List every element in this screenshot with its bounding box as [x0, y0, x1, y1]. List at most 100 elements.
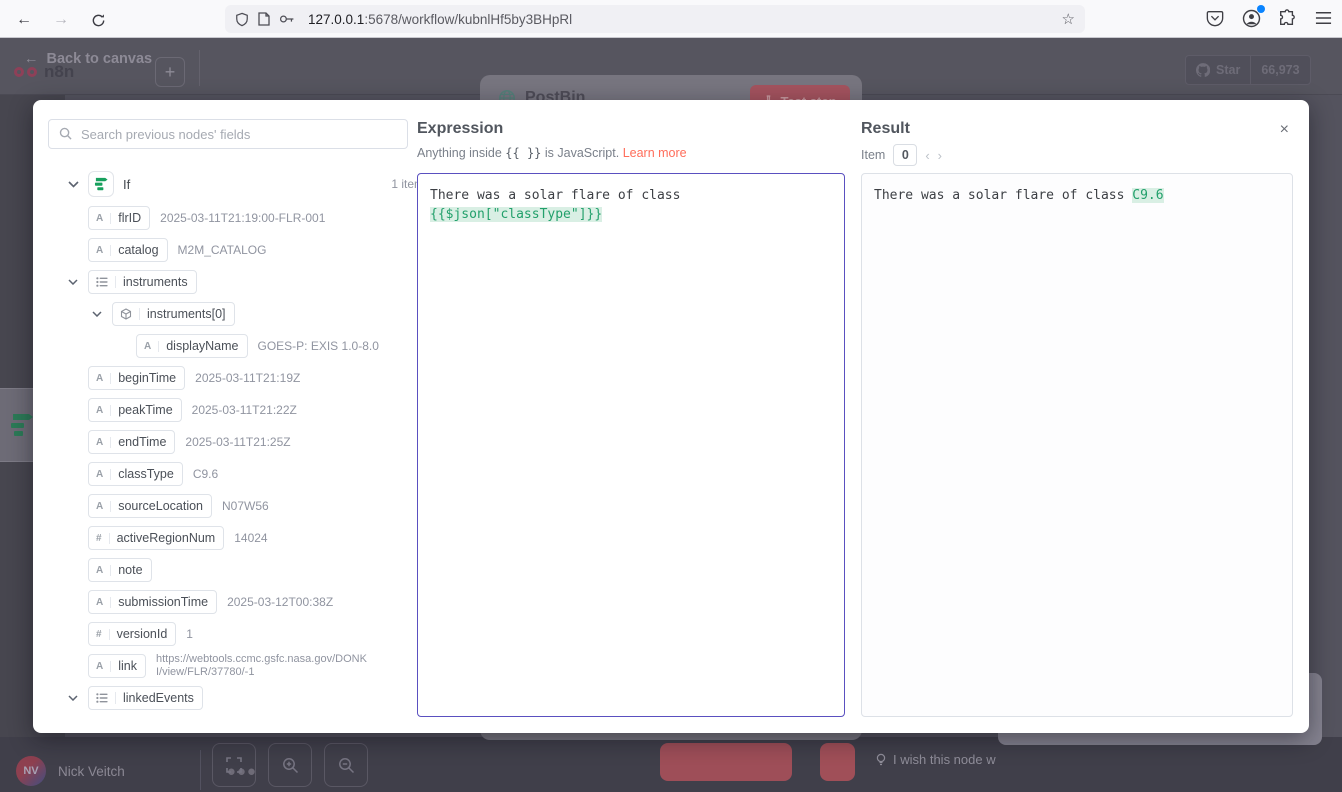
back-to-canvas-link[interactable]: ← Back to canvas: [24, 51, 152, 67]
object-type-icon: [120, 308, 140, 320]
field-pill[interactable]: linkedEvents: [88, 686, 203, 710]
braces-code: {{ }}: [505, 146, 541, 160]
tree-item-catalog[interactable]: AcatalogM2M_CATALOG: [68, 234, 424, 266]
user-name: Nick Veitch: [58, 764, 125, 779]
key-permission-icon[interactable]: [279, 14, 295, 24]
field-pill[interactable]: AsourceLocation: [88, 494, 212, 518]
field-pill[interactable]: AflrID: [88, 206, 150, 230]
tree-item-link[interactable]: Alinkhttps://webtools.ccmc.gsfc.nasa.gov…: [68, 650, 424, 682]
chevron-down-icon[interactable]: [68, 279, 88, 285]
result-highlight: C9.6: [1132, 188, 1163, 203]
tree-item-flrID[interactable]: AflrID2025-03-11T21:19:00-FLR-001: [68, 202, 424, 234]
prev-item-icon[interactable]: ‹: [925, 148, 929, 163]
field-value: 1: [186, 627, 193, 641]
github-icon: [1196, 63, 1210, 77]
field-pill[interactable]: instruments[0]: [112, 302, 235, 326]
account-notification-dot: [1257, 5, 1265, 13]
address-bar[interactable]: 127.0.0.1:5678/workflow/kubnlHf5by3BHpRl…: [225, 5, 1085, 33]
field-value: N07W56: [222, 499, 269, 513]
field-pill[interactable]: instruments: [88, 270, 197, 294]
back-arrow-icon: ←: [24, 51, 39, 67]
field-value: GOES-P: EXIS 1.0-8.0: [258, 339, 379, 353]
zoom-out-button[interactable]: [324, 743, 368, 787]
field-name: instruments[0]: [140, 307, 226, 321]
tree-item-beginTime[interactable]: AbeginTime2025-03-11T21:19Z: [68, 362, 424, 394]
chevron-down-icon[interactable]: [68, 181, 88, 188]
if-node-icon: [88, 171, 114, 197]
github-star-widget[interactable]: Star 66,973: [1185, 55, 1311, 85]
learn-more-link[interactable]: Learn more: [623, 146, 687, 160]
field-pill[interactable]: Alink: [88, 654, 146, 678]
node-feedback-link[interactable]: I wish this node w: [876, 752, 1010, 767]
field-pill[interactable]: #activeRegionNum: [88, 526, 224, 550]
tree-root-label: If: [123, 177, 130, 192]
tree-item-instruments[0][interactable]: instruments[0]: [68, 298, 424, 330]
field-name: sourceLocation: [111, 499, 203, 513]
field-pill[interactable]: AbeginTime: [88, 366, 185, 390]
field-value: C9.6: [193, 467, 218, 481]
search-input[interactable]: [48, 119, 408, 149]
zoom-to-fit-button[interactable]: [212, 743, 256, 787]
tree-item-sourceLocation[interactable]: AsourceLocation N07W56: [68, 490, 424, 522]
tree-item-instruments[interactable]: instruments: [68, 266, 424, 298]
field-name: versionId: [110, 627, 168, 641]
string-type-icon: A: [96, 661, 111, 672]
string-type-icon: A: [96, 565, 111, 576]
tree-item-note[interactable]: Anote: [68, 554, 424, 586]
add-tab-button[interactable]: +: [155, 57, 185, 87]
tree-item-linkedEvents[interactable]: linkedEvents: [68, 682, 424, 714]
field-pill[interactable]: AsubmissionTime: [88, 590, 217, 614]
tree-item-versionId[interactable]: #versionId 1: [68, 618, 424, 650]
browser-forward-button[interactable]: →: [49, 8, 73, 32]
field-pill[interactable]: AclassType: [88, 462, 183, 486]
avatar[interactable]: NV: [16, 756, 46, 786]
next-item-icon[interactable]: ›: [938, 148, 942, 163]
page-info-icon[interactable]: [258, 12, 270, 26]
field-pill[interactable]: Anote: [88, 558, 152, 582]
tree-item-submissionTime[interactable]: AsubmissionTime2025-03-12T00:38Z: [68, 586, 424, 618]
stop-button-dimmed[interactable]: [820, 743, 855, 781]
field-name: submissionTime: [111, 595, 208, 609]
bookmark-star-icon[interactable]: ☆: [1062, 10, 1075, 28]
extensions-puzzle-icon[interactable]: [1276, 7, 1298, 29]
field-pill[interactable]: ApeakTime: [88, 398, 182, 422]
search-icon: [59, 127, 72, 145]
tree-item-displayName[interactable]: AdisplayName GOES-P: EXIS 1.0-8.0: [68, 330, 424, 362]
field-pill[interactable]: Acatalog: [88, 238, 168, 262]
string-type-icon: A: [96, 213, 111, 224]
test-step-footer-button-dimmed[interactable]: [660, 743, 792, 781]
chevron-down-icon[interactable]: [68, 695, 88, 701]
string-type-icon: A: [96, 597, 111, 608]
account-icon[interactable]: [1240, 7, 1262, 29]
zoom-in-button[interactable]: [268, 743, 312, 787]
field-value: 2025-03-11T21:22Z: [192, 403, 297, 417]
tree-item-peakTime[interactable]: ApeakTime 2025-03-11T21:22Z: [68, 394, 424, 426]
field-pill[interactable]: AdisplayName: [136, 334, 248, 358]
tree-item-classType[interactable]: AclassType C9.6: [68, 458, 424, 490]
url-text: 127.0.0.1:5678/workflow/kubnlHf5by3BHpRl: [308, 12, 572, 27]
string-type-icon: A: [96, 245, 111, 256]
shield-icon[interactable]: [235, 12, 249, 27]
zoom-out-icon: [338, 757, 355, 774]
field-name: endTime: [111, 435, 166, 449]
modal-close-button[interactable]: ×: [1280, 122, 1289, 138]
browser-back-button[interactable]: ←: [12, 8, 36, 32]
field-pill[interactable]: AendTime: [88, 430, 175, 454]
expression-input[interactable]: There was a solar flare of class {{$json…: [417, 173, 845, 717]
field-name: peakTime: [111, 403, 172, 417]
browser-refresh-button[interactable]: [86, 8, 110, 32]
tree-root-if-node[interactable]: If 1 item: [68, 166, 424, 202]
result-title: Result: [861, 120, 910, 138]
tree-item-endTime[interactable]: AendTime2025-03-11T21:25Z: [68, 426, 424, 458]
string-type-icon: A: [96, 501, 111, 512]
expression-subtitle: Anything inside {{ }} is JavaScript. Lea…: [417, 146, 687, 160]
chevron-down-icon[interactable]: [92, 311, 112, 317]
menu-hamburger-icon[interactable]: [1312, 7, 1334, 29]
field-name: instruments: [116, 275, 188, 289]
field-pill[interactable]: #versionId: [88, 622, 176, 646]
tree-item-activeRegionNum[interactable]: #activeRegionNum14024: [68, 522, 424, 554]
item-index-box[interactable]: 0: [893, 144, 917, 166]
list-type-icon: [96, 276, 116, 288]
field-name: classType: [111, 467, 174, 481]
pocket-icon[interactable]: [1204, 7, 1226, 29]
